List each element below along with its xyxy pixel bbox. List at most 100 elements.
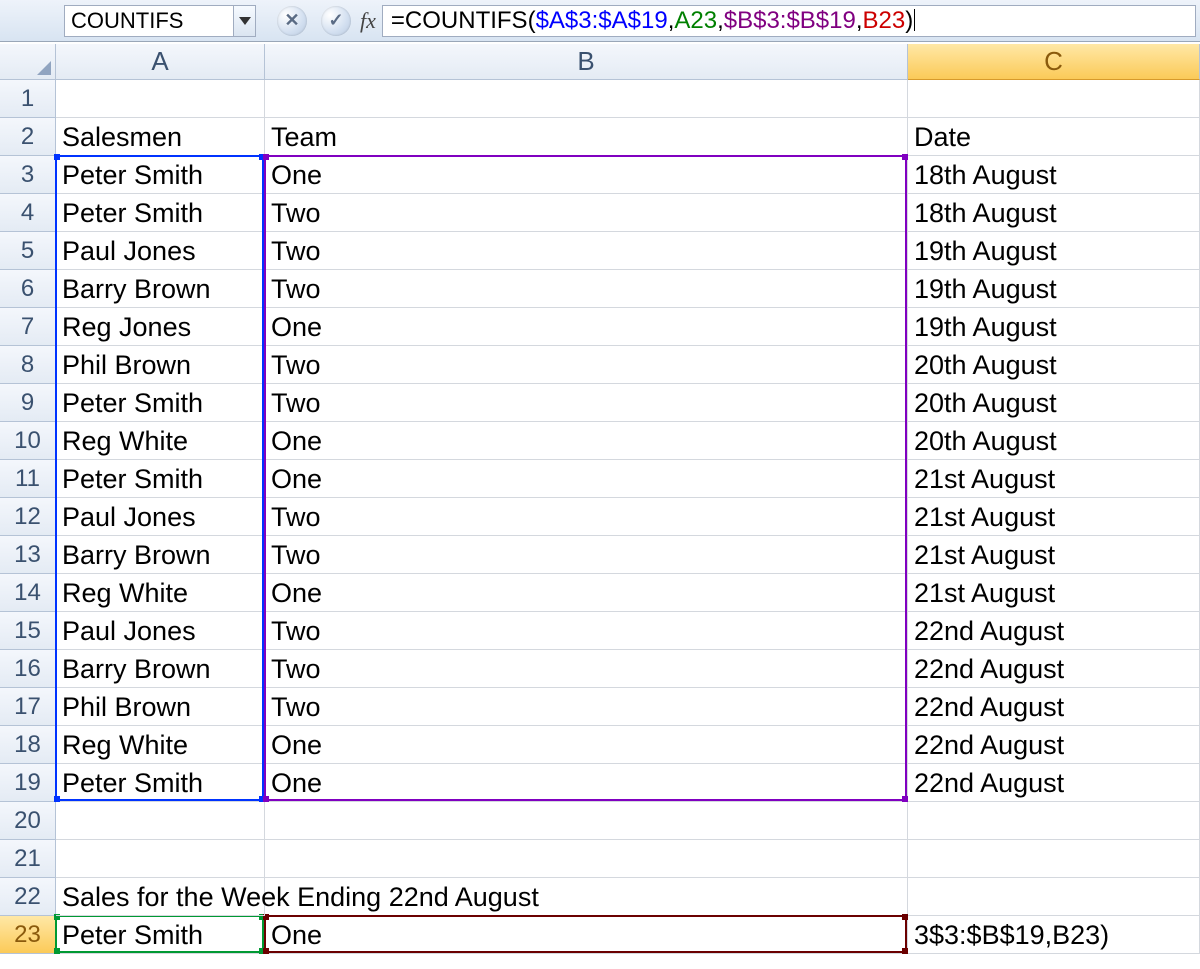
cell-A21[interactable] (56, 840, 265, 878)
cell-C23[interactable]: 3$3:$B$19,B23) (908, 916, 1200, 954)
row-head-5[interactable]: 5 (0, 232, 56, 270)
cell-A17[interactable]: Phil Brown (56, 688, 265, 726)
cell-C10[interactable]: 20th August (908, 422, 1200, 460)
cell-B20[interactable] (265, 802, 908, 840)
cell-C11[interactable]: 21st August (908, 460, 1200, 498)
row-head-20[interactable]: 20 (0, 802, 56, 840)
cell-A16[interactable]: Barry Brown (56, 650, 265, 688)
cell-B9[interactable]: Two (265, 384, 908, 422)
cell-C3[interactable]: 18th August (908, 156, 1200, 194)
cell-C8[interactable]: 20th August (908, 346, 1200, 384)
cell-A8[interactable]: Phil Brown (56, 346, 265, 384)
row-head-2[interactable]: 2 (0, 118, 56, 156)
cell-B1[interactable] (265, 80, 908, 118)
cell-A12[interactable]: Paul Jones (56, 498, 265, 536)
cell-A7[interactable]: Reg Jones (56, 308, 265, 346)
cell-B2[interactable]: Team (265, 118, 908, 156)
col-head-B[interactable]: B (265, 44, 908, 80)
cell-B21[interactable] (265, 840, 908, 878)
cell-C17[interactable]: 22nd August (908, 688, 1200, 726)
col-head-C[interactable]: C (908, 44, 1200, 80)
row-head-22[interactable]: 22 (0, 878, 56, 916)
fx-icon[interactable]: fx (360, 8, 376, 34)
cell-A6[interactable]: Barry Brown (56, 270, 265, 308)
cell-B11[interactable]: One (265, 460, 908, 498)
row-head-13[interactable]: 13 (0, 536, 56, 574)
row-head-21[interactable]: 21 (0, 840, 56, 878)
cell-A23[interactable]: Peter Smith (56, 916, 265, 954)
cell-C5[interactable]: 19th August (908, 232, 1200, 270)
formula-input[interactable]: =COUNTIFS($A$3:$A$19,A23,$B$3:$B$19,B23) (382, 5, 1196, 37)
cell-C4[interactable]: 18th August (908, 194, 1200, 232)
cell-B14[interactable]: One (265, 574, 908, 612)
cell-C18[interactable]: 22nd August (908, 726, 1200, 764)
cell-B13[interactable]: Two (265, 536, 908, 574)
cell-A22[interactable]: Sales for the Week Ending 22nd August (56, 878, 265, 916)
cell-B16[interactable]: Two (265, 650, 908, 688)
col-head-A[interactable]: A (56, 44, 265, 80)
cell-B19[interactable]: One (265, 764, 908, 802)
cell-C2[interactable]: Date (908, 118, 1200, 156)
cell-C22[interactable] (908, 878, 1200, 916)
cell-C6[interactable]: 19th August (908, 270, 1200, 308)
cancel-button[interactable]: ✕ (270, 4, 314, 38)
cell-A18[interactable]: Reg White (56, 726, 265, 764)
cell-C16[interactable]: 22nd August (908, 650, 1200, 688)
select-all-corner[interactable] (0, 44, 56, 80)
cell-B18[interactable]: One (265, 726, 908, 764)
cell-B4[interactable]: Two (265, 194, 908, 232)
row-head-14[interactable]: 14 (0, 574, 56, 612)
row-head-8[interactable]: 8 (0, 346, 56, 384)
cell-B12[interactable]: Two (265, 498, 908, 536)
cell-B15[interactable]: Two (265, 612, 908, 650)
row-head-6[interactable]: 6 (0, 270, 56, 308)
row-head-19[interactable]: 19 (0, 764, 56, 802)
row-head-4[interactable]: 4 (0, 194, 56, 232)
cell-C14[interactable]: 21st August (908, 574, 1200, 612)
cell-A20[interactable] (56, 802, 265, 840)
cell-C9[interactable]: 20th August (908, 384, 1200, 422)
row-head-16[interactable]: 16 (0, 650, 56, 688)
cell-C7[interactable]: 19th August (908, 308, 1200, 346)
row-head-18[interactable]: 18 (0, 726, 56, 764)
cell-A1[interactable] (56, 80, 265, 118)
row-head-15[interactable]: 15 (0, 612, 56, 650)
name-box-dropdown[interactable] (234, 5, 256, 37)
cell-C20[interactable] (908, 802, 1200, 840)
cell-B7[interactable]: One (265, 308, 908, 346)
enter-button[interactable]: ✓ (314, 4, 358, 38)
cell-A13[interactable]: Barry Brown (56, 536, 265, 574)
cell-A9[interactable]: Peter Smith (56, 384, 265, 422)
cell-A14[interactable]: Reg White (56, 574, 265, 612)
cell-B17[interactable]: Two (265, 688, 908, 726)
row-head-11[interactable]: 11 (0, 460, 56, 498)
cell-A15[interactable]: Paul Jones (56, 612, 265, 650)
cell-B23[interactable]: One (265, 916, 908, 954)
cell-A19[interactable]: Peter Smith (56, 764, 265, 802)
row-head-17[interactable]: 17 (0, 688, 56, 726)
cell-C13[interactable]: 21st August (908, 536, 1200, 574)
cell-A10[interactable]: Reg White (56, 422, 265, 460)
cell-B8[interactable]: Two (265, 346, 908, 384)
cell-A5[interactable]: Paul Jones (56, 232, 265, 270)
cell-A4[interactable]: Peter Smith (56, 194, 265, 232)
row-head-7[interactable]: 7 (0, 308, 56, 346)
cell-C1[interactable] (908, 80, 1200, 118)
cell-C12[interactable]: 21st August (908, 498, 1200, 536)
row-head-9[interactable]: 9 (0, 384, 56, 422)
row-head-10[interactable]: 10 (0, 422, 56, 460)
cell-C21[interactable] (908, 840, 1200, 878)
cell-A11[interactable]: Peter Smith (56, 460, 265, 498)
cell-B6[interactable]: Two (265, 270, 908, 308)
cell-A3[interactable]: Peter Smith (56, 156, 265, 194)
cell-C15[interactable]: 22nd August (908, 612, 1200, 650)
cell-B5[interactable]: Two (265, 232, 908, 270)
cell-C19[interactable]: 22nd August (908, 764, 1200, 802)
cell-A2[interactable]: Salesmen (56, 118, 265, 156)
name-box[interactable]: COUNTIFS (64, 5, 234, 37)
worksheet[interactable]: A B C 12SalesmenTeamDate3Peter SmithOne1… (0, 44, 1200, 969)
cell-B3[interactable]: One (265, 156, 908, 194)
row-head-3[interactable]: 3 (0, 156, 56, 194)
row-head-23[interactable]: 23 (0, 916, 56, 954)
row-head-12[interactable]: 12 (0, 498, 56, 536)
